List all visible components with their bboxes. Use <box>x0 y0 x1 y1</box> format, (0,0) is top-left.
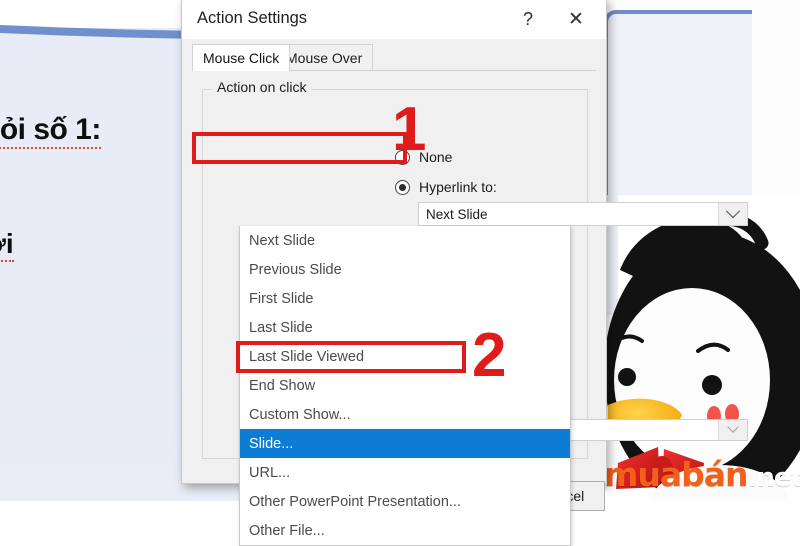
action-settings-dialog: Action Settings ? ✕ Mouse Click Mouse Ov… <box>181 0 748 546</box>
annotation-number-1: 1 <box>392 95 427 164</box>
annotation-number-2: 2 <box>472 321 507 390</box>
tab-mouse-click-label: Mouse Click <box>203 50 280 66</box>
tabstrip: Mouse Click Mouse Over <box>192 44 596 71</box>
dialog-title: Action Settings <box>197 9 308 27</box>
slide-heading-text: hỏi số 1: <box>0 113 101 149</box>
dropdown-item[interactable]: End Show <box>240 371 570 400</box>
hyperlink-target-value: Next Slide <box>426 206 488 222</box>
radio-hyperlink-to-label: Hyperlink to: <box>419 179 497 195</box>
slide-subtext-label: ời <box>0 228 14 262</box>
sound-chevron-down-icon[interactable] <box>718 420 747 440</box>
hyperlink-target-dropdown-list[interactable]: Next Slide Previous Slide First Slide La… <box>239 226 571 546</box>
slide-heading-label: hỏi số 1: <box>0 113 101 149</box>
annotation-rect-hyperlink <box>192 132 407 164</box>
action-on-click-legend: Action on click <box>212 79 312 95</box>
dropdown-item[interactable]: Custom Show... <box>240 400 570 429</box>
muaban-watermark: muabán.net <box>604 455 800 495</box>
dialog-titlebar: Action Settings ? ✕ <box>182 0 606 39</box>
hyperlink-target-combobox[interactable]: Next Slide <box>418 202 748 226</box>
dropdown-item-slide[interactable]: Slide... <box>240 429 570 458</box>
tab-mouse-over-label: Mouse Over <box>286 50 363 66</box>
dropdown-item[interactable]: Last Slide <box>240 313 570 342</box>
dropdown-item[interactable]: Other PowerPoint Presentation... <box>240 487 570 516</box>
dropdown-item[interactable]: Previous Slide <box>240 255 570 284</box>
annotation-rect-slide-option <box>236 341 466 373</box>
watermark-brand: muabán <box>604 455 749 494</box>
dropdown-item[interactable]: Next Slide <box>240 226 570 255</box>
help-icon[interactable]: ? <box>506 0 550 39</box>
close-icon[interactable]: ✕ <box>554 0 598 39</box>
dropdown-item[interactable]: URL... <box>240 458 570 487</box>
radio-hyperlink-to[interactable]: Hyperlink to: <box>395 179 497 195</box>
dropdown-item[interactable]: First Slide <box>240 284 570 313</box>
dropdown-item[interactable]: Other File... <box>240 516 570 545</box>
watermark-tld: .net <box>747 463 800 493</box>
chevron-down-icon[interactable] <box>718 203 747 225</box>
slide-subtext: ời <box>0 228 14 262</box>
tab-mouse-click[interactable]: Mouse Click <box>192 44 291 71</box>
radio-hyperlink-to-indicator <box>395 179 410 195</box>
